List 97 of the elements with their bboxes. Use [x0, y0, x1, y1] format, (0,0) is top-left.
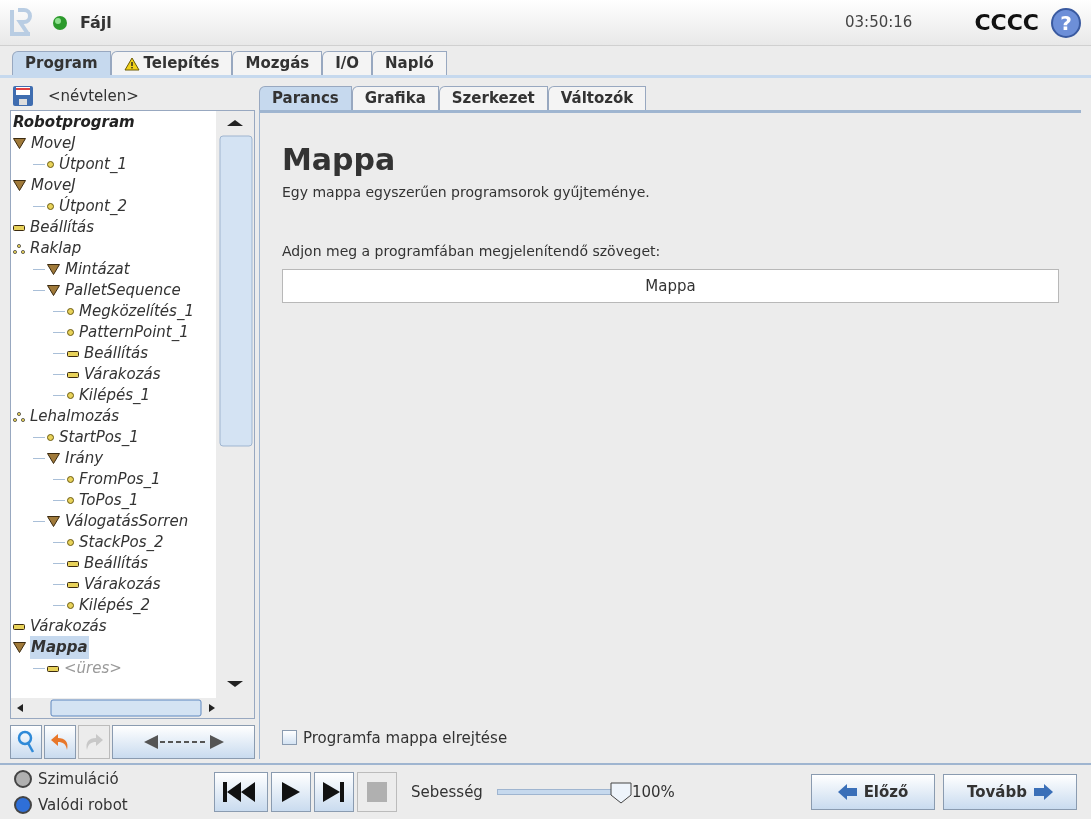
tree-item[interactable]: StartPos_1: [58, 426, 140, 449]
tree-item[interactable]: PatternPoint_1: [78, 321, 190, 344]
tree-item[interactable]: Beállítás: [29, 216, 96, 239]
main-tab[interactable]: Mozgás: [232, 51, 323, 75]
dash-icon: [67, 560, 79, 567]
tree-item[interactable]: StackPos_2: [78, 531, 165, 554]
mode-label: Szimuláció: [38, 768, 119, 790]
move-button[interactable]: [112, 725, 255, 759]
text-field[interactable]: Mappa: [282, 269, 1059, 303]
dot-icon: [47, 203, 54, 210]
sub-tab[interactable]: Szerkezet: [438, 86, 548, 110]
double-arrow-icon: [143, 734, 224, 750]
tree-item[interactable]: Megközelítés_1: [78, 300, 195, 323]
dash-icon: [67, 581, 79, 588]
dot-icon: [47, 161, 54, 168]
dash-icon: [13, 224, 25, 231]
tree-item[interactable]: Kilépés_2: [78, 594, 151, 617]
clock-time: 03:50:16: [845, 12, 913, 34]
next-button[interactable]: Tovább: [943, 774, 1077, 810]
tree-item[interactable]: MoveJ: [30, 174, 77, 197]
dash-icon: [67, 371, 79, 378]
tree-item[interactable]: Várakozás: [83, 573, 162, 596]
sub-tab[interactable]: Változók: [547, 86, 647, 110]
file-name: <névtelen>: [48, 85, 139, 107]
previous-button[interactable]: Előző: [811, 774, 935, 810]
play-button[interactable]: [271, 772, 311, 812]
dash-icon: [47, 665, 59, 672]
triangle-icon: [13, 180, 26, 191]
mode-radio[interactable]: [14, 769, 32, 788]
field-label: Adjon meg a programfában megjelenítendő szöveget:: [282, 242, 662, 261]
dot-icon: [67, 392, 74, 399]
step-forward-icon: [322, 781, 346, 803]
checkbox-label: Programfa mappa elrejtése: [303, 727, 508, 749]
tree-item[interactable]: Mappa: [30, 636, 89, 659]
checkbox[interactable]: [282, 730, 297, 746]
step-button[interactable]: [314, 772, 354, 812]
tree-item[interactable]: Beállítás: [83, 552, 150, 575]
tree-item[interactable]: ToPos_1: [78, 489, 140, 512]
file-menu[interactable]: Fájl: [80, 10, 112, 35]
triangle-icon: [47, 285, 60, 296]
dot-icon: [67, 497, 74, 504]
main-tab[interactable]: I/O: [322, 51, 373, 75]
play-icon: [281, 781, 301, 803]
tree-item[interactable]: PalletSequence: [64, 279, 182, 302]
tree-item[interactable]: FromPos_1: [78, 468, 162, 491]
undo-button[interactable]: [44, 725, 76, 759]
right-arrow-icon: [1032, 784, 1053, 800]
dots-icon: [13, 411, 25, 422]
tree-item[interactable]: Irány: [64, 447, 105, 470]
tree-item[interactable]: Várakozás: [29, 615, 108, 638]
content-title: Mappa: [282, 141, 397, 179]
dots-icon: [13, 243, 25, 254]
tree-item[interactable]: Várakozás: [83, 363, 162, 386]
robot-name: CCCC: [974, 9, 1039, 37]
search-icon: [16, 730, 36, 754]
left-arrow-icon: [837, 784, 858, 800]
speed-reading: 100%: [631, 781, 675, 803]
dot-icon: [67, 602, 74, 609]
mode-radio[interactable]: [14, 796, 32, 815]
triangle-icon: [13, 138, 26, 149]
dot-icon: [67, 329, 74, 336]
tree-root[interactable]: Robotprogram: [13, 111, 135, 134]
tree-item[interactable]: Lehalmozás: [29, 405, 121, 428]
logo-icon: [10, 7, 32, 38]
dot-icon: [47, 434, 54, 441]
description-text: Egy mappa egyszerűen programsorok gyűjteménye.: [282, 183, 651, 202]
horizontal-scrollbar[interactable]: [11, 698, 254, 718]
main-tab[interactable]: Program: [12, 51, 111, 75]
tree-item[interactable]: Útpont_1: [58, 153, 128, 176]
triangle-icon: [47, 264, 60, 275]
rewind-button[interactable]: [214, 772, 268, 812]
tree-item[interactable]: VálogatásSorren: [64, 510, 190, 533]
triangle-icon: [47, 453, 60, 464]
sub-tab[interactable]: Parancs: [259, 86, 352, 110]
dot-icon: [67, 476, 74, 483]
tree-item[interactable]: Beállítás: [83, 342, 150, 365]
dot-icon: [67, 308, 74, 315]
dot-icon: [67, 539, 74, 546]
speed-label: Sebesség: [411, 781, 483, 803]
main-tab[interactable]: Telepítés: [110, 51, 233, 75]
triangle-icon: [13, 642, 26, 653]
slider-thumb[interactable]: [609, 782, 632, 804]
search-button[interactable]: [10, 725, 42, 759]
tree-item[interactable]: Mintázat: [64, 258, 131, 281]
status-icon: [52, 14, 68, 31]
tree-item[interactable]: Kilépés_1: [78, 384, 151, 407]
sub-tab[interactable]: Grafika: [351, 86, 439, 110]
tree-item[interactable]: Útpont_2: [58, 195, 128, 218]
dash-icon: [67, 350, 79, 357]
dash-icon: [13, 623, 25, 630]
vertical-scrollbar[interactable]: [216, 111, 254, 698]
triangle-icon: [47, 516, 60, 527]
tree-item[interactable]: MoveJ: [30, 132, 77, 155]
tree-item[interactable]: Raklap: [29, 237, 83, 260]
main-tab[interactable]: Napló: [372, 51, 447, 75]
save-icon[interactable]: [12, 85, 34, 107]
mode-label: Valódi robot: [38, 795, 128, 816]
